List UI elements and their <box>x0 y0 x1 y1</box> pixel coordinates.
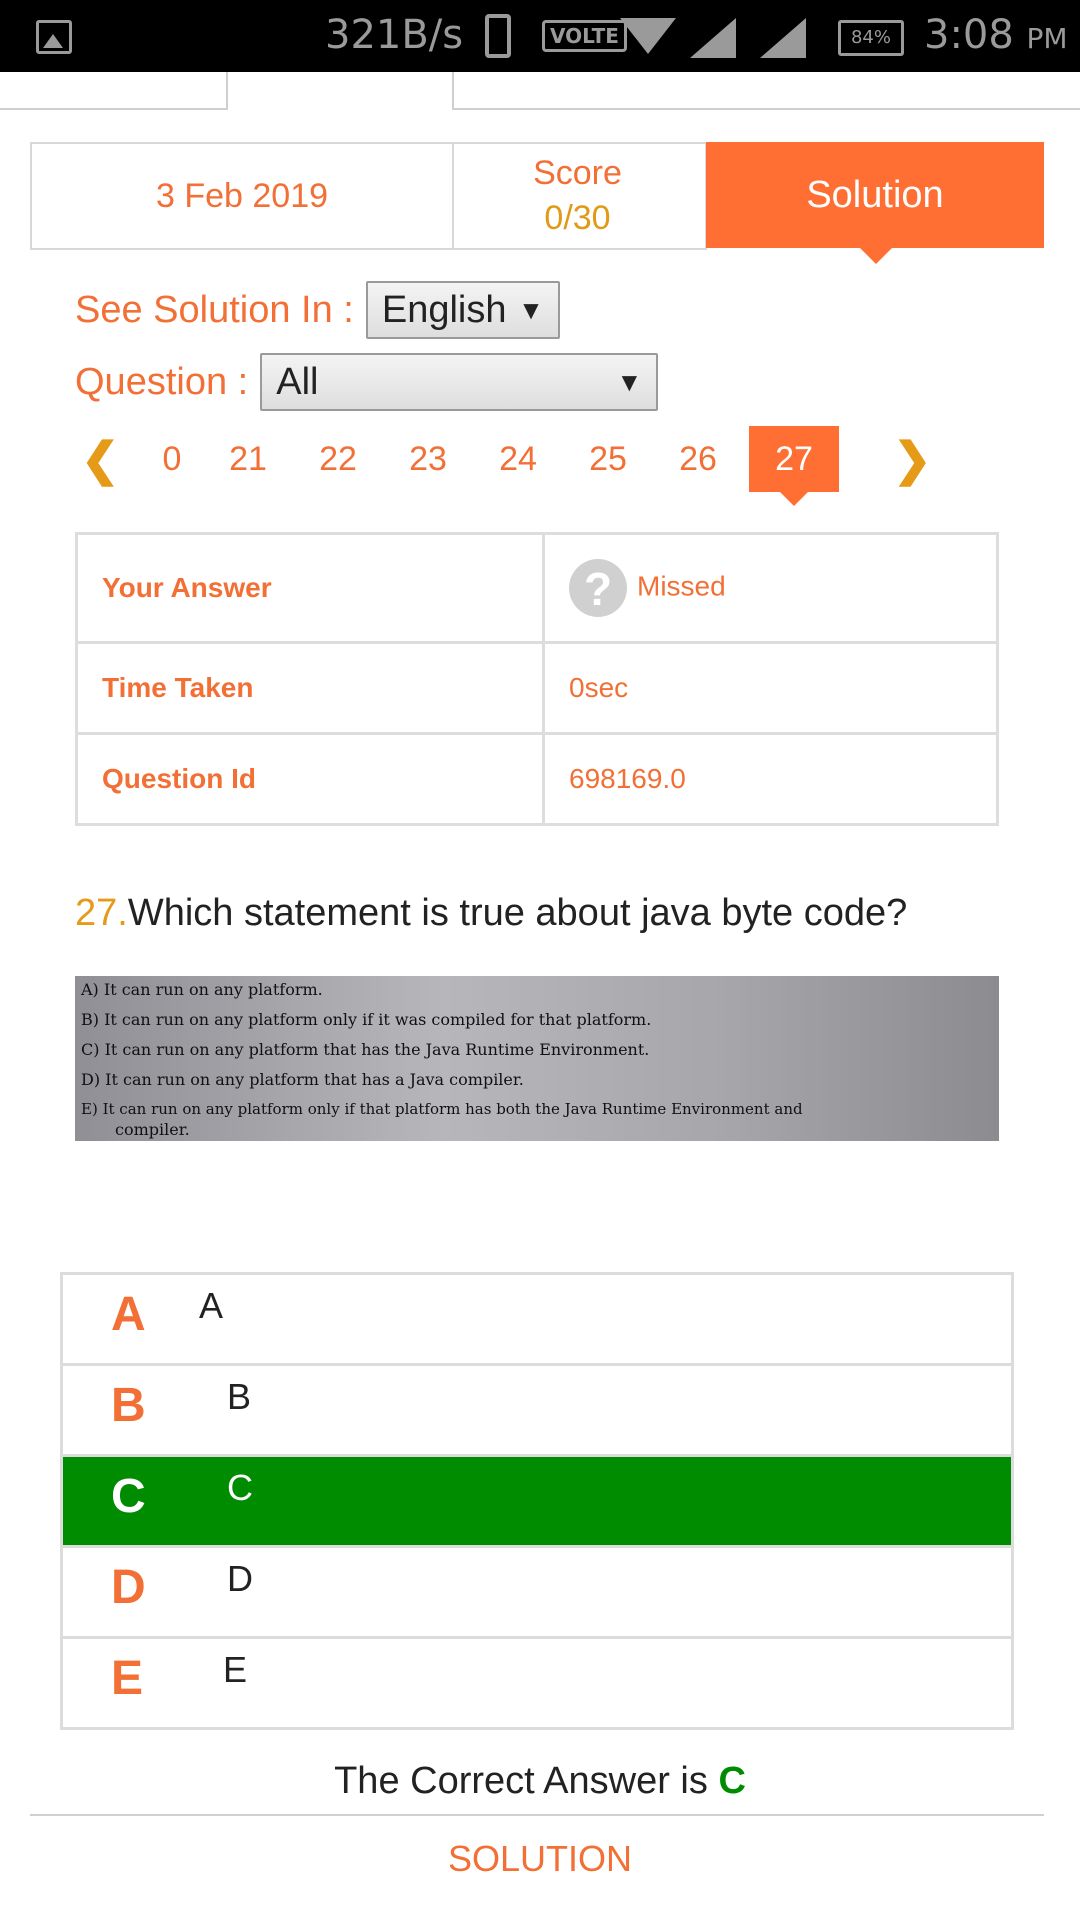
pager-item[interactable]: 24 <box>473 426 563 492</box>
image-line: D) It can run on any platform that has a… <box>81 1070 524 1089</box>
divider <box>0 108 228 110</box>
image-line: B) It can run on any platform only if it… <box>81 1010 652 1029</box>
option-text: E <box>223 1649 248 1690</box>
question-image: A) It can run on any platform. B) It can… <box>75 976 999 1141</box>
divider <box>452 72 454 110</box>
pager-item[interactable]: 26 <box>653 426 743 492</box>
wifi-icon <box>620 18 676 54</box>
language-selected: English <box>381 288 507 331</box>
status-bar: 321B/s VOLTE 84% 3:08 PM <box>0 0 1080 72</box>
clock-time: 3:08 <box>924 12 1014 58</box>
pager-item[interactable]: 23 <box>383 426 473 492</box>
option-letter: C <box>111 1470 146 1523</box>
question-filter-selected: All <box>276 360 319 403</box>
correct-answer-prefix: The Correct Answer is <box>334 1760 708 1802</box>
table-row: Time Taken 0sec <box>75 641 999 735</box>
your-answer-cell: ? Missed <box>542 532 999 644</box>
option-letter: D <box>111 1561 146 1614</box>
question-id-value: 698169.0 <box>542 732 999 826</box>
option-d[interactable]: D D <box>63 1548 1011 1639</box>
tab-solution[interactable]: Solution <box>706 142 1044 264</box>
question-filter-select[interactable]: All ▼ <box>260 353 659 411</box>
image-line: A) It can run on any platform. <box>81 980 323 999</box>
image-line: C) It can run on any platform that has t… <box>81 1040 650 1059</box>
phone-icon <box>485 14 511 58</box>
pager-item[interactable]: 21 <box>203 426 293 492</box>
question-number: 27. <box>75 892 128 934</box>
question-id-label: Question Id <box>75 732 545 826</box>
table-row: Question Id 698169.0 <box>75 732 999 826</box>
answer-info-table: Your Answer ? Missed Time Taken 0sec Ques… <box>75 532 999 826</box>
chevron-right-icon[interactable]: ❯ <box>893 432 932 486</box>
question-filter-label: Question : <box>75 360 249 403</box>
option-b[interactable]: B B <box>63 1366 1011 1457</box>
score-label: Score <box>533 154 622 192</box>
signal-icon <box>760 18 806 58</box>
option-e[interactable]: E E <box>63 1639 1011 1727</box>
option-letter: A <box>111 1288 146 1341</box>
option-letter: E <box>111 1652 144 1705</box>
pager-item-active[interactable]: 27 <box>749 426 839 506</box>
language-label: See Solution In : <box>75 288 354 331</box>
chevron-left-icon[interactable]: ❮ <box>81 432 120 486</box>
option-text: B <box>227 1376 252 1417</box>
score-value: 0/30 <box>544 199 611 237</box>
your-answer-label: Your Answer <box>75 532 545 644</box>
option-text: C <box>227 1467 253 1508</box>
question-pager: ❮ 0 21 22 23 24 25 26 27 ❯ <box>75 426 945 506</box>
image-line: compiler. <box>115 1120 190 1139</box>
time-taken-label: Time Taken <box>75 641 545 735</box>
solution-link[interactable]: SOLUTION <box>0 1838 1080 1880</box>
divider <box>30 1814 1044 1816</box>
caret-down-icon: ▼ <box>616 366 643 397</box>
pager-item[interactable]: 25 <box>563 426 653 492</box>
option-a[interactable]: A A <box>63 1275 1011 1366</box>
divider <box>226 72 228 110</box>
image-line: E) It can run on any platform only if th… <box>81 1100 803 1118</box>
option-text: D <box>227 1558 253 1599</box>
question-mark-icon: ? <box>569 559 627 617</box>
clock-ampm: PM <box>1026 22 1068 55</box>
question-statement: Which statement is true about java byte … <box>127 892 908 934</box>
image-icon <box>36 20 72 54</box>
volte-badge: VOLTE <box>542 20 627 52</box>
network-speed: 321B/s <box>325 12 464 58</box>
signal-icon <box>690 18 736 58</box>
answer-options: A A B B C C D D E E <box>60 1272 1014 1730</box>
language-select[interactable]: English ▼ <box>365 281 560 339</box>
time-taken-value: 0sec <box>542 641 999 735</box>
divider <box>454 108 1080 110</box>
correct-answer-letter: C <box>718 1760 746 1802</box>
caret-down-icon: ▼ <box>518 294 544 325</box>
correct-answer: The Correct Answer is C <box>0 1760 1080 1803</box>
pager-item[interactable]: 22 <box>293 426 383 492</box>
question-filter-row: Question : All ▼ <box>75 352 659 412</box>
test-date: 3 Feb 2019 <box>30 142 454 250</box>
table-row: Your Answer ? Missed <box>75 532 999 644</box>
option-text: A <box>199 1285 224 1326</box>
option-c-correct[interactable]: C C <box>63 1457 1011 1548</box>
clock: 3:08 PM <box>924 12 1068 58</box>
question-text: 27.Which statement is true about java by… <box>75 892 907 935</box>
option-letter: B <box>111 1379 146 1432</box>
score-box: Score 0/30 <box>450 142 707 250</box>
your-answer-value: Missed <box>637 570 726 602</box>
result-header: 3 Feb 2019 Score 0/30 Solution <box>30 142 1044 264</box>
language-row: See Solution In : English ▼ <box>75 280 560 340</box>
top-tab-strip <box>0 72 1080 112</box>
battery-icon: 84% <box>838 20 904 56</box>
